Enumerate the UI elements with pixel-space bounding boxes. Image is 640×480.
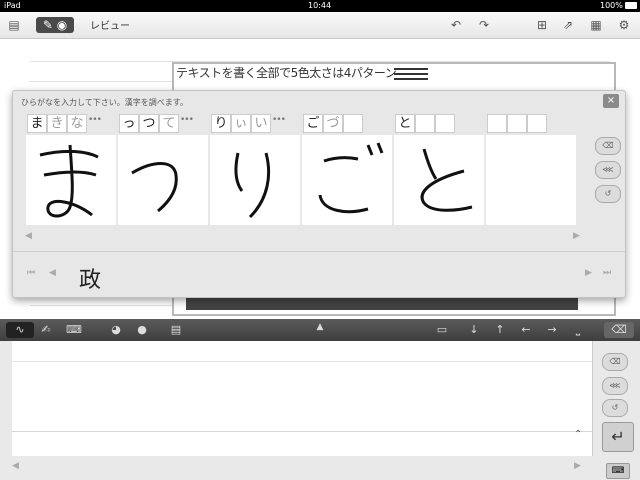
notebook-icon[interactable]: ▤ [6,17,22,33]
writing-area: ⌃ ◀ ▶ ⌫ ⋘ ↺ ⌨ [0,341,640,480]
scroll-left-icon[interactable]: ◀ [25,231,32,241]
underline-stroke [394,73,428,75]
undo-icon[interactable]: ↶ [448,17,464,33]
device-label: iPad [4,1,21,10]
handwriting-stroke-ri [234,152,271,219]
candidate-char[interactable] [507,114,527,133]
handwriting-cell[interactable] [394,135,484,225]
page-settings-icon[interactable]: ▦ [588,17,604,33]
handwriting-cell[interactable] [26,135,116,225]
status-bar: iPad 10:44 100% [0,0,640,12]
candidate-char[interactable] [435,114,455,133]
clear-button[interactable]: ⌫ [602,353,628,371]
hide-keyboard-icon[interactable]: ⌨ [606,463,630,479]
note-text: テキストを書く全部で5色太さは4パターン [176,66,397,80]
handwriting-cell[interactable] [302,135,392,225]
candidate-char[interactable]: つ [139,114,159,133]
handwriting-conversion-popup: ひらがなを入力して下さい。漢字を調べます。 × ま き な ••• っ つ て … [12,90,626,298]
share-icon[interactable]: ⇗ [560,17,576,33]
candidate-char[interactable]: な [67,114,87,133]
candidate-char[interactable]: ご [303,114,323,133]
handwriting-cell[interactable] [486,135,576,225]
scroll-right-icon[interactable]: ▶ [573,231,580,241]
undo-stroke-button[interactable]: ↺ [602,399,628,417]
arrow-right-icon[interactable]: → [544,322,560,338]
battery-icon [625,2,637,9]
conversion-row: ⏮ ◀ 政 ▶ ⏭ [13,251,625,298]
last-page-icon[interactable]: ⏭ [603,268,611,278]
enter-button[interactable]: ↵ [602,422,634,452]
embedded-image [186,296,578,310]
candidate-char[interactable]: と [395,114,415,133]
clear-all-button[interactable]: ⋘ [595,161,621,179]
handwriting-cell[interactable] [210,135,300,225]
underline-stroke [394,78,428,80]
keyboard-icon[interactable]: ⌨ [66,322,82,338]
guide-line [12,361,592,362]
more-candidates-button[interactable]: ••• [272,115,286,125]
first-page-icon[interactable]: ⏮ [27,268,35,278]
underline-stroke [394,68,428,70]
candidate-char[interactable]: て [159,114,179,133]
arrow-up-icon[interactable]: ↑ [492,322,508,338]
candidate-char[interactable]: ぃ [231,114,251,133]
collapse-up-icon[interactable]: ▲ [312,319,328,335]
battery-label: 100% [600,1,623,10]
collapse-icon[interactable]: ⌃ [574,429,582,440]
candidate-char[interactable]: い [251,114,271,133]
close-button[interactable]: × [603,94,619,108]
candidate-char[interactable]: っ [119,114,139,133]
guide-line [12,431,592,432]
candidate-char[interactable]: づ [323,114,343,133]
clear-button[interactable]: ⌫ [595,137,621,155]
pen-mode-icon[interactable]: ∿ [6,322,34,338]
candidate-char[interactable]: ま [27,114,47,133]
input-toolbar: ∿ ✍ ⌨ ◕ ● ▤ ▲ ▭ ↓ ↑ ← → ⎵ ⌫ [0,319,640,341]
redo-icon[interactable]: ↷ [476,17,492,33]
arrow-down-icon[interactable]: ↓ [466,322,482,338]
top-toolbar: ▤ ✎ ◉ レビュー ↶ ↷ ⊞ ⇗ ▦ ⚙ [0,12,640,39]
writing-pad[interactable] [12,341,593,456]
gear-icon[interactable]: ⚙ [616,17,632,33]
more-candidates-button[interactable]: ••• [180,115,194,125]
handwriting-stroke-to [420,148,473,212]
undo-stroke-button[interactable]: ↺ [595,185,621,203]
candidate-char[interactable] [527,114,547,133]
candidate-char[interactable] [415,114,435,133]
candidate-char[interactable] [487,114,507,133]
palette-icon[interactable]: ◕ [108,322,124,338]
candidate-char[interactable]: き [47,114,67,133]
page-icon[interactable]: ▤ [168,322,184,338]
scroll-right-icon[interactable]: ▶ [574,461,581,471]
clock: 10:44 [308,1,332,10]
add-page-icon[interactable]: ⊞ [534,17,550,33]
conversion-candidate[interactable]: 政 [79,262,101,294]
handwriting-stroke-ma [39,144,99,218]
clear-all-button[interactable]: ⋘ [602,377,628,395]
scroll-left-icon[interactable]: ◀ [12,461,19,471]
delete-icon[interactable]: ⌫ [604,322,634,338]
edit-view-toggle[interactable]: ✎ ◉ [36,17,74,33]
eraser-icon[interactable]: ● [134,322,150,338]
next-page-icon[interactable]: ▶ [585,268,592,278]
handwriting-stroke-go [318,142,384,214]
small-keyboard-icon[interactable]: ▭ [434,322,450,338]
handwriting-stroke-small-tsu [131,162,178,213]
arrow-left-icon[interactable]: ← [518,322,534,338]
candidate-char[interactable]: り [211,114,231,133]
more-candidates-button[interactable]: ••• [88,115,102,125]
candidate-char[interactable] [343,114,363,133]
space-icon[interactable]: ⎵ [570,322,586,338]
review-label[interactable]: レビュー [90,17,130,32]
handwriting-convert-icon[interactable]: ✍ [38,322,54,338]
popup-hint: ひらがなを入力して下さい。漢字を調べます。 [21,98,188,107]
prev-page-icon[interactable]: ◀ [49,268,56,278]
handwriting-cell[interactable] [118,135,208,225]
